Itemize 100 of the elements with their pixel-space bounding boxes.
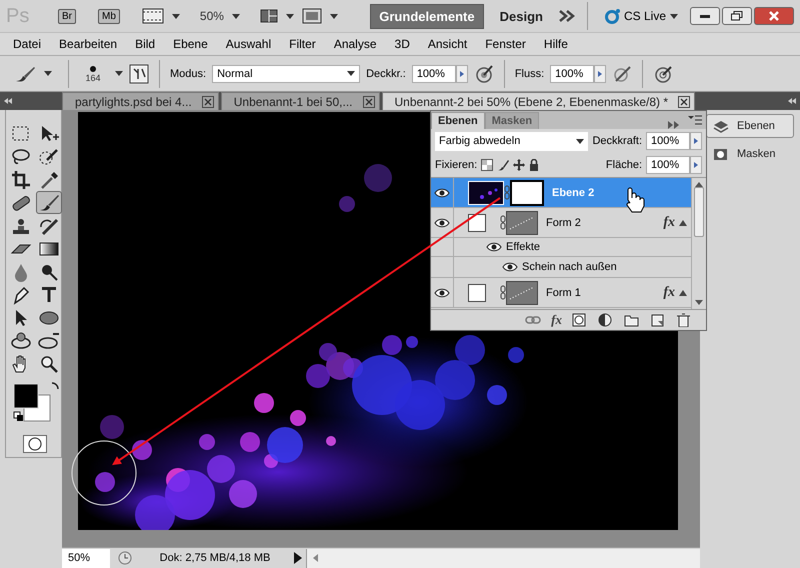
new-icon[interactable] xyxy=(650,313,666,327)
effects-button[interactable]: fx xyxy=(551,312,562,328)
mode-dropdown[interactable]: Normal xyxy=(212,64,360,82)
menu-item[interactable]: Datei xyxy=(4,37,50,51)
opacity-field[interactable]: 100% xyxy=(412,64,456,82)
flow-field[interactable]: 100% xyxy=(550,64,594,82)
eye-icon[interactable] xyxy=(486,242,502,252)
caret-icon xyxy=(330,14,338,18)
fill-thumbnail[interactable] xyxy=(468,284,486,302)
expand-triangle-icon[interactable] xyxy=(679,290,687,296)
triangle-left-icon[interactable] xyxy=(313,554,319,562)
layer-thumbnail[interactable] xyxy=(468,180,504,204)
scroll-down-icon[interactable] xyxy=(695,300,703,305)
crop-icon xyxy=(9,168,33,190)
move-arrows-icon[interactable] xyxy=(513,159,526,171)
expand-triangle-icon[interactable] xyxy=(679,220,687,226)
eye-icon[interactable] xyxy=(434,218,450,228)
tool-preset-picker[interactable] xyxy=(14,64,52,82)
mask-thumbnail[interactable] xyxy=(510,180,544,206)
eye-icon[interactable] xyxy=(502,262,518,272)
mini-bridge-button[interactable]: Mb xyxy=(98,8,120,24)
fill-thumbnail[interactable] xyxy=(468,214,486,232)
brush-icon[interactable] xyxy=(497,159,510,171)
horizontal-scrollbar[interactable] xyxy=(306,548,700,568)
dock-panel-button[interactable]: Masken xyxy=(706,142,794,166)
menu-item[interactable]: Analyse xyxy=(324,37,386,51)
brush-picker[interactable]: 164 xyxy=(79,64,123,82)
layer-row[interactable]: Form 2 fx xyxy=(431,208,691,238)
pressure-icon[interactable] xyxy=(612,64,632,84)
menu-item[interactable]: Hilfe xyxy=(534,37,577,51)
scrollbar-thumb[interactable] xyxy=(694,187,704,237)
menu-item[interactable]: Ebene xyxy=(164,37,217,51)
double-chevron-icon[interactable] xyxy=(558,10,575,22)
eye-icon[interactable] xyxy=(434,188,450,198)
lock-icon[interactable] xyxy=(529,159,540,171)
panel-tab[interactable]: Ebenen xyxy=(431,112,485,129)
caret-icon xyxy=(347,71,356,76)
effects-label: fx xyxy=(663,214,675,230)
close-icon[interactable] xyxy=(678,96,690,108)
trash-icon[interactable] xyxy=(676,313,692,327)
document-tab[interactable]: partylights.psd bei 4... xyxy=(62,92,219,110)
layout-icon[interactable] xyxy=(260,9,278,23)
screen-mode-icon[interactable] xyxy=(302,8,322,24)
panel-menu-icon[interactable] xyxy=(688,115,702,125)
mask-icon[interactable] xyxy=(572,313,588,327)
quick-mask-button[interactable] xyxy=(22,435,46,453)
folder-icon[interactable] xyxy=(624,313,640,327)
brush-size: 164 xyxy=(85,72,101,82)
collapse-icon[interactable] xyxy=(4,98,12,104)
tool-button[interactable] xyxy=(36,191,62,214)
bridge-button[interactable]: Br xyxy=(58,8,76,24)
cs-live-button[interactable]: CS Live xyxy=(600,8,682,24)
vector-mask-thumbnail[interactable] xyxy=(506,210,538,234)
menu-item[interactable]: Auswahl xyxy=(216,37,280,51)
close-button[interactable] xyxy=(754,7,794,25)
opacity-field[interactable]: 100% xyxy=(646,132,690,150)
chain-link-icon[interactable] xyxy=(500,285,506,300)
slider-arrow-button[interactable] xyxy=(690,156,702,174)
menu-item[interactable]: 3D xyxy=(386,37,419,51)
adjustment-icon[interactable] xyxy=(598,313,614,327)
chain-link-icon[interactable] xyxy=(504,185,510,200)
vector-mask-thumbnail[interactable] xyxy=(506,280,538,304)
rotate-3d-icon xyxy=(9,330,33,352)
menu-item[interactable]: Bild xyxy=(126,37,164,51)
menu-item[interactable]: Fenster xyxy=(476,37,535,51)
airbrush-icon[interactable] xyxy=(474,64,494,84)
document-tab[interactable]: Unbenannt-2 bei 50% (Ebene 2, Ebenenmaske/8) * xyxy=(382,92,696,110)
close-icon[interactable] xyxy=(362,96,374,108)
chain-link-icon[interactable] xyxy=(500,215,506,230)
fill-field[interactable]: 100% xyxy=(646,156,690,174)
caret-icon xyxy=(286,14,294,18)
minimize-button[interactable] xyxy=(690,7,720,25)
expand-icon[interactable] xyxy=(668,121,680,129)
light-circle xyxy=(406,336,418,348)
collapse-icon[interactable] xyxy=(788,98,796,104)
slider-arrow-button[interactable] xyxy=(456,64,468,82)
light-circle xyxy=(199,434,215,450)
menu-item[interactable]: Bearbeiten xyxy=(50,37,126,51)
menu-item[interactable]: Ansicht xyxy=(418,37,476,51)
dock-panel-button[interactable]: Ebenen xyxy=(706,114,794,138)
checkerboard-icon[interactable] xyxy=(481,159,494,171)
zoom-dropdown[interactable]: 50% xyxy=(200,9,240,23)
brush-panel-icon[interactable] xyxy=(129,64,149,84)
layer-row[interactable]: Form 1 fx xyxy=(431,278,691,308)
eye-icon[interactable] xyxy=(434,288,450,298)
slider-arrow-button[interactable] xyxy=(690,132,702,150)
effect-row[interactable]: Schein nach außen xyxy=(431,257,691,278)
document-tab[interactable]: Unbenannt-1 bei 50,... xyxy=(220,92,380,110)
workspace-button[interactable]: Grundelemente xyxy=(370,4,484,28)
blend-mode-dropdown[interactable]: Farbig abwedeln xyxy=(435,132,588,150)
close-icon[interactable] xyxy=(202,96,214,108)
effect-row[interactable]: Effekte xyxy=(431,238,691,257)
zoom-field[interactable]: 50% xyxy=(62,548,110,568)
menu-item[interactable]: Filter xyxy=(280,37,325,51)
workspace-button[interactable]: Design xyxy=(492,4,551,28)
light-circle xyxy=(339,196,355,212)
restore-button[interactable] xyxy=(722,7,752,25)
triangle-right-icon xyxy=(460,70,464,76)
slider-arrow-button[interactable] xyxy=(594,64,606,82)
tablet-pressure-icon[interactable] xyxy=(653,64,674,84)
